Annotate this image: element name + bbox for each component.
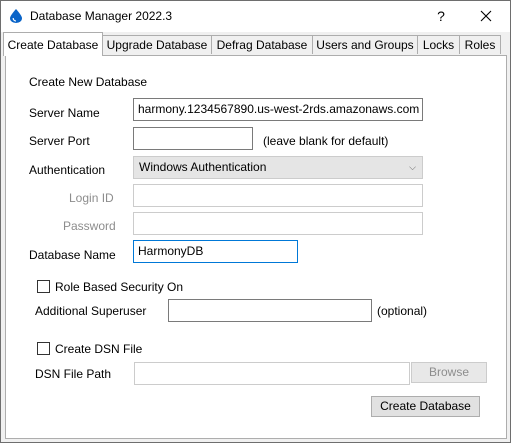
tab-strip: Create Database Upgrade Database Defrag … [1,32,510,57]
close-button[interactable] [463,1,509,32]
login-id-input[interactable] [133,184,423,207]
authentication-label: Authentication [29,163,106,177]
tab-label: Locks [422,38,455,52]
database-name-label: Database Name [29,248,116,262]
tab-locks[interactable]: Locks [417,35,460,54]
tab-label: Users and Groups [316,38,414,52]
superuser-input[interactable] [168,299,372,322]
water-drop-icon [10,9,22,23]
help-button[interactable]: ? [423,1,459,32]
server-name-input[interactable]: harmony.1234567890.us-west-2rds.amazonaw… [133,98,423,121]
server-name-label: Server Name [29,106,100,120]
create-dsn-checkbox[interactable] [37,342,50,355]
password-input[interactable] [133,212,423,235]
title-bar: Database Manager 2022.3 ? [1,1,510,32]
superuser-hint: (optional) [377,304,428,318]
help-label: ? [437,8,445,24]
tab-upgrade-database[interactable]: Upgrade Database [102,35,212,54]
tab-create-database[interactable]: Create Database [3,32,103,56]
server-port-label: Server Port [29,134,90,148]
window-title: Database Manager 2022.3 [30,9,173,23]
tab-label: Roles [464,38,496,52]
tab-roles[interactable]: Roles [459,35,501,54]
create-dsn-label: Create DSN File [55,342,143,356]
tab-label: Defrag Database [216,38,308,52]
create-database-button[interactable]: Create Database [371,396,480,417]
section-title: Create New Database [29,75,148,89]
browse-button[interactable]: Browse [411,362,487,383]
tab-users-and-groups[interactable]: Users and Groups [312,35,418,54]
chevron-down-icon: ⌵ [409,162,416,172]
role-security-label: Role Based Security On [55,280,184,294]
authentication-select[interactable]: Windows Authentication ⌵ [133,156,423,179]
role-security-checkbox[interactable] [37,280,50,293]
superuser-label: Additional Superuser [35,304,147,318]
tab-label: Create Database [7,38,99,52]
server-port-hint: (leave blank for default) [263,134,389,148]
login-id-label: Login ID [69,191,114,205]
authentication-selected-value: Windows Authentication [139,160,267,174]
database-manager-window: Database Manager 2022.3 ? Create Databas… [0,0,511,443]
close-icon [480,10,492,22]
create-database-panel: Create New Database Server Name harmony.… [5,55,507,439]
password-label: Password [63,219,116,233]
server-port-input[interactable] [133,127,253,150]
database-name-input[interactable]: HarmonyDB [133,240,298,263]
dsn-path-input[interactable] [134,362,410,385]
tab-defrag-database[interactable]: Defrag Database [211,35,313,54]
tab-label: Upgrade Database [106,38,208,52]
dsn-path-label: DSN File Path [35,367,112,381]
